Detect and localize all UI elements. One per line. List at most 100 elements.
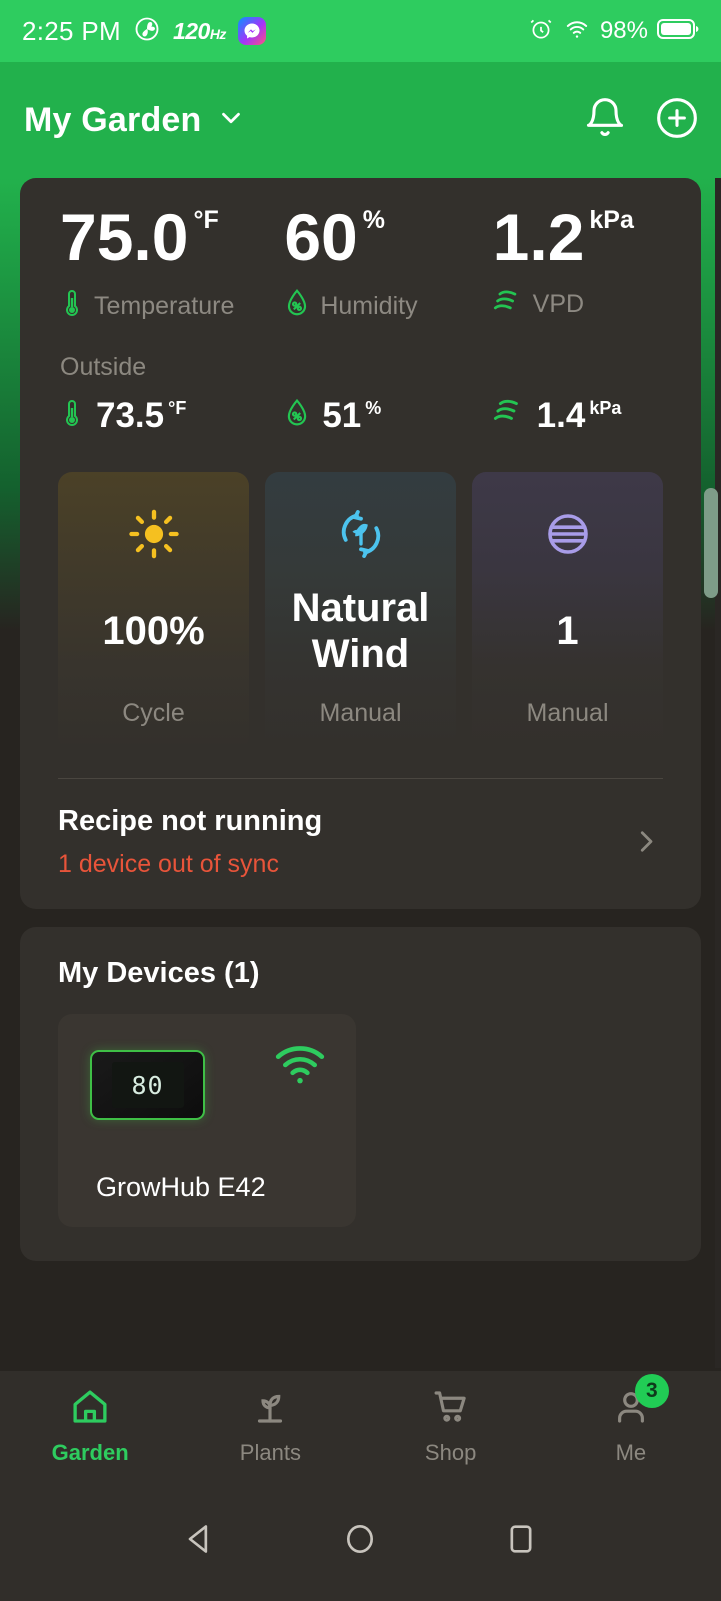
- outside-temperature-unit: °F: [168, 398, 187, 418]
- outside-humidity[interactable]: 51 %: [268, 396, 492, 436]
- chevron-down-icon[interactable]: [216, 103, 246, 138]
- device-thumbnail: 80: [90, 1050, 205, 1120]
- nav-item-garden[interactable]: Garden: [0, 1386, 180, 1466]
- tile-wind-value: Natural Wind: [291, 585, 430, 676]
- android-navigation-bar: [0, 1481, 721, 1601]
- outside-vpd-value-group: 1.4 kPa: [537, 396, 622, 436]
- tile-light[interactable]: 100% Cycle: [58, 472, 249, 750]
- outside-temperature-value: 73.5: [96, 396, 165, 435]
- tile-wind-mode: Manual: [319, 699, 402, 727]
- nav-label-garden: Garden: [51, 1440, 129, 1465]
- devices-card: My Devices (1) 80 GrowHub E42: [20, 927, 701, 1261]
- tile-light-mode: Cycle: [122, 699, 185, 727]
- temperature-value: 75.0: [60, 200, 189, 274]
- fan-icon: [133, 15, 161, 48]
- alarm-icon: [528, 16, 554, 47]
- device-name: GrowHub E42: [96, 1172, 266, 1202]
- device-display-value: 80: [111, 1062, 184, 1108]
- battery-icon: [657, 17, 701, 46]
- cart-icon: [428, 1386, 474, 1433]
- device-card-growhub[interactable]: 80 GrowHub E42: [58, 1014, 356, 1227]
- humidity-value: 60: [284, 200, 358, 274]
- home-icon: [67, 1386, 113, 1433]
- devices-section: My Devices (1) 80 GrowHub E42: [20, 927, 701, 1261]
- vpd-value-group: 1.2 kPa: [493, 204, 701, 270]
- humidity-unit: %: [362, 206, 385, 234]
- reading-vpd[interactable]: 1.2 kPa VPD: [493, 204, 701, 325]
- humidity-value-group: 60 %: [284, 204, 492, 270]
- reading-humidity[interactable]: 60 % Humidity: [268, 204, 492, 325]
- sprout-icon: [247, 1386, 293, 1433]
- wifi-icon: [563, 16, 591, 47]
- status-bar-right: 98%: [528, 0, 701, 62]
- temperature-label-row: Temperature: [60, 288, 268, 325]
- recents-square-icon[interactable]: [501, 1519, 541, 1564]
- humidity-label: Humidity: [320, 292, 418, 320]
- fan-speed-icon: [544, 506, 592, 562]
- nav-label-shop: Shop: [424, 1440, 477, 1465]
- outside-humidity-value: 51: [322, 396, 362, 435]
- bottom-navigation: Garden Plants Shop 3 Me: [0, 1371, 721, 1481]
- nav-item-me[interactable]: 3 Me: [541, 1374, 721, 1466]
- vpd-waves-icon: [493, 396, 525, 431]
- me-badge-count: 3: [634, 1374, 669, 1408]
- chevron-right-icon[interactable]: [631, 827, 661, 862]
- add-circle-icon[interactable]: [655, 96, 699, 145]
- outside-temperature[interactable]: 73.5 °F: [20, 396, 268, 436]
- tile-wind[interactable]: Natural Wind Manual: [265, 472, 456, 750]
- outside-humidity-value-group: 51 %: [322, 396, 381, 436]
- main-scroll-area[interactable]: 75.0 °F Temperature 60 % Humidity 1.2 kP…: [0, 178, 721, 1371]
- wifi-connected-icon: [272, 1042, 328, 1093]
- battery-percent-label: 98%: [599, 17, 648, 44]
- nav-item-plants[interactable]: Plants: [180, 1386, 360, 1466]
- status-bar-clock: 2:25 PM: [22, 15, 121, 46]
- thermometer-icon: [60, 288, 84, 325]
- vpd-waves-icon: [493, 288, 523, 321]
- inside-readings-row: 75.0 °F Temperature 60 % Humidity 1.2 kP…: [20, 204, 701, 325]
- home-circle-icon[interactable]: [340, 1519, 380, 1564]
- temperature-label: Temperature: [94, 292, 235, 320]
- refresh-rate-indicator: 120Hz: [172, 17, 227, 44]
- recipe-row[interactable]: Recipe not running 1 device out of sync: [20, 779, 701, 909]
- vpd-unit: kPa: [589, 206, 634, 234]
- humidity-label-row: Humidity: [284, 288, 492, 325]
- outside-vpd[interactable]: 1.4 kPa: [493, 396, 701, 436]
- devices-title: My Devices (1): [58, 957, 260, 989]
- nav-item-shop[interactable]: Shop: [361, 1386, 541, 1466]
- recipe-title: Recipe not running: [58, 805, 323, 837]
- readings-section: 75.0 °F Temperature 60 % Humidity 1.2 kP…: [20, 178, 701, 472]
- outside-humidity-unit: %: [365, 398, 382, 418]
- temperature-unit: °F: [193, 206, 219, 234]
- environment-card: 75.0 °F Temperature 60 % Humidity 1.2 kP…: [20, 178, 701, 909]
- outside-temperature-value-group: 73.5 °F: [96, 396, 186, 436]
- tile-fan-speed-mode: Manual: [526, 699, 609, 727]
- outside-readings-row: 73.5 °F 51 % 1.4 kPa: [20, 382, 701, 462]
- header-actions: [583, 96, 699, 145]
- tile-fan-speed-value: 1: [556, 608, 579, 653]
- humidity-drop-icon: [284, 288, 310, 325]
- outside-section-label: Outside: [60, 353, 147, 381]
- notification-bell-icon[interactable]: [583, 96, 627, 145]
- vpd-value: 1.2: [492, 200, 585, 274]
- outside-vpd-unit: kPa: [589, 398, 622, 418]
- page-title: My Garden: [24, 100, 202, 139]
- sun-icon: [128, 506, 180, 562]
- status-bar-left: 2:25 PM 120Hz: [22, 15, 266, 48]
- recipe-status-text: 1 device out of sync: [58, 850, 279, 878]
- reading-temperature[interactable]: 75.0 °F Temperature: [20, 204, 268, 325]
- garden-selector[interactable]: My Garden: [24, 101, 246, 140]
- vpd-label-row: VPD: [493, 288, 701, 321]
- nav-label-me: Me: [615, 1440, 647, 1465]
- outside-vpd-value: 1.4: [536, 396, 586, 435]
- thermometer-icon: [60, 396, 84, 435]
- nav-label-plants: Plants: [239, 1440, 301, 1465]
- app-header: My Garden: [0, 62, 721, 178]
- messenger-icon: [237, 17, 266, 45]
- temperature-value-group: 75.0 °F: [60, 204, 268, 270]
- status-bar: 2:25 PM 120Hz 98%: [0, 0, 721, 62]
- tile-fan-speed[interactable]: 1 Manual: [472, 472, 663, 750]
- back-triangle-icon[interactable]: [180, 1519, 220, 1564]
- vpd-label: VPD: [532, 290, 585, 318]
- natural-wind-icon: [334, 506, 388, 562]
- control-tiles: 100% Cycle Natural Wind Manual 1 Manual: [20, 472, 701, 756]
